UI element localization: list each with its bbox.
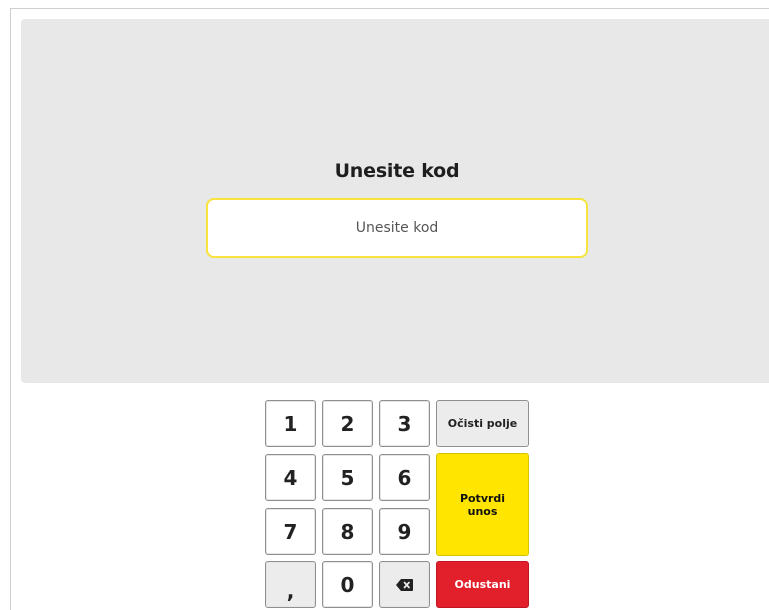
key-comma[interactable]: ,	[265, 561, 316, 608]
key-5[interactable]: 5	[322, 454, 373, 501]
key-0[interactable]: 0	[322, 561, 373, 608]
backspace-icon	[396, 578, 413, 591]
code-input[interactable]	[206, 198, 588, 258]
key-3[interactable]: 3	[379, 400, 430, 447]
cancel-button[interactable]: Odustani	[436, 561, 529, 608]
key-1[interactable]: 1	[265, 400, 316, 447]
clear-field-button[interactable]: Očisti polje	[436, 400, 529, 447]
key-8[interactable]: 8	[322, 508, 373, 555]
code-prompt-title: Unesite kod	[334, 160, 460, 182]
key-2[interactable]: 2	[322, 400, 373, 447]
frame-left-border	[10, 8, 11, 610]
key-9[interactable]: 9	[379, 508, 430, 555]
key-4[interactable]: 4	[265, 454, 316, 501]
frame-top-border	[10, 8, 769, 9]
backspace-button[interactable]	[379, 561, 430, 608]
key-7[interactable]: 7	[265, 508, 316, 555]
confirm-entry-button[interactable]: Potvrdi unos	[436, 453, 529, 556]
key-comma-label: ,	[286, 578, 295, 603]
key-6[interactable]: 6	[379, 454, 430, 501]
